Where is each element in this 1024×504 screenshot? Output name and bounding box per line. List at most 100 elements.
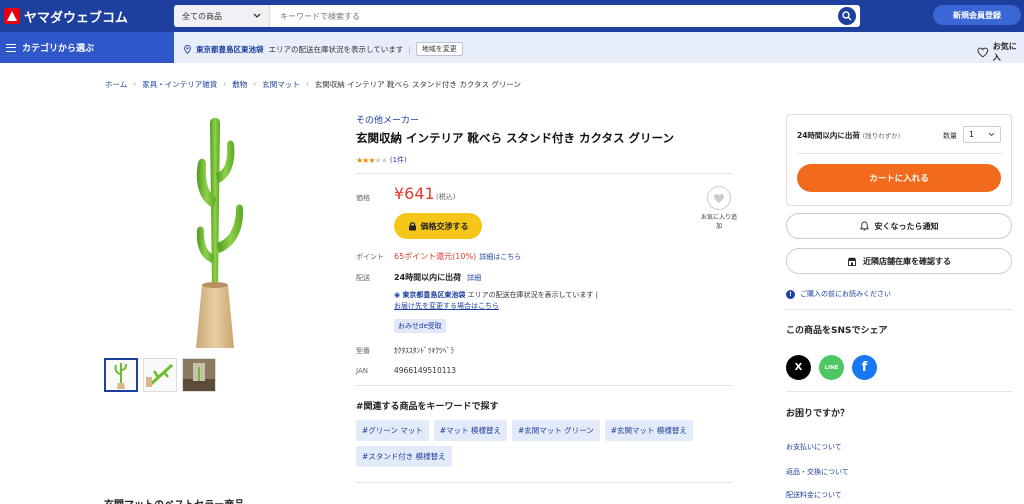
breadcrumb-separator: › [305, 79, 309, 88]
add-to-cart-button[interactable]: カートに入れる [797, 164, 1001, 192]
site-logo[interactable]: ヤマダウェブコム [4, 6, 128, 26]
price-label: 価格 [356, 194, 370, 202]
tax-note: (税込) [436, 193, 456, 201]
purchase-notice-label: ご購入の前にお読みください [800, 290, 891, 298]
category-menu-label: カテゴリから選ぶ [22, 44, 95, 54]
jan-label: JAN [356, 367, 368, 375]
price-drop-notify-button[interactable]: 安くなったら通知 [786, 213, 1012, 239]
register-button[interactable]: 新規会員登録 [933, 5, 1021, 25]
product-title: 玄関収納 インテリア 靴べら スタンド付き カクタス グリーン [356, 131, 674, 145]
breadcrumb-rugs[interactable]: 敷物 [232, 79, 247, 90]
thumbnail-room-image [183, 359, 215, 391]
lock-icon [408, 222, 416, 231]
chevron-down-icon [253, 13, 261, 18]
change-region-button[interactable]: 地域を変更 [415, 42, 463, 56]
chevron-down-icon [988, 132, 995, 137]
product-main-image[interactable] [170, 113, 260, 353]
logo-mark-icon [4, 8, 20, 24]
keyword-tag[interactable]: #スタンド付き 模様替え [356, 446, 452, 467]
model-label: 型番 [356, 347, 370, 355]
divider [797, 153, 1003, 154]
shipping-value: 24時間以内に出荷 [394, 273, 462, 282]
quantity-label: 数量 [943, 132, 957, 140]
quantity-select[interactable]: 1 [963, 126, 1001, 143]
jan-value: 4966149510113 [394, 366, 457, 375]
help-returns-link[interactable]: 返品・交換について [786, 467, 849, 477]
points-label: ポイント [356, 253, 384, 261]
purchase-box: 24時間以内に出荷 (残りわずか) 数量 1 カートに入れる [786, 114, 1012, 206]
logo-text: ヤマダウェブコム [24, 10, 129, 26]
breadcrumb: ホーム › 家具・インテリア雑貨 › 敷物 › 玄関マット › 玄関収納 インテ… [105, 79, 521, 90]
keyword-tag[interactable]: #マット 模様替え [433, 420, 507, 441]
thumbnail-cactus-angle-image [146, 363, 174, 387]
share-buttons: X LINE f [786, 355, 877, 380]
breadcrumb-separator: › [133, 79, 137, 88]
review-count-link[interactable]: (1件) [390, 155, 407, 165]
keyword-tag[interactable]: #グリーン マット [356, 420, 429, 441]
search-bar: 全ての商品 [174, 5, 860, 27]
store-stock-button[interactable]: 近隣店舗在庫を確認する [786, 248, 1012, 274]
shipping-label: 配送 [356, 274, 370, 282]
x-icon: X [794, 362, 803, 373]
x-share-button[interactable]: X [786, 355, 811, 380]
keyword-tag[interactable]: #玄関マット グリーン [511, 420, 600, 441]
stock-text: 24時間以内に出荷 [797, 131, 860, 140]
thumbnail-3[interactable] [182, 358, 216, 392]
hamburger-icon [6, 43, 16, 52]
thumbnail-1[interactable] [104, 358, 138, 392]
divider [356, 385, 732, 386]
location-pin-icon: ◉ [394, 291, 401, 299]
help-shipping-fee-link[interactable]: 配送料金について [786, 490, 842, 500]
points-detail-link[interactable]: 詳細はこちら [479, 253, 521, 261]
keyword-list: #グリーン マット #マット 模様替え #玄関マット グリーン #玄関マット 模… [356, 420, 736, 467]
breadcrumb-entrance-mat[interactable]: 玄関マット [262, 79, 300, 90]
breadcrumb-separator: › [253, 79, 257, 88]
change-delivery-link[interactable]: お届け先を変更する場合はこちら [394, 301, 499, 311]
rating: ★★★★★ (1件) [356, 155, 407, 165]
shipping-detail-link[interactable]: 詳細 [467, 274, 481, 282]
bell-icon [859, 221, 869, 231]
breadcrumb-home[interactable]: ホーム [105, 79, 127, 90]
help-payment-link[interactable]: お支払いについて [786, 442, 842, 452]
keyword-tag[interactable]: #玄関マット 模様替え [604, 420, 693, 441]
add-favorite-button[interactable] [707, 186, 731, 210]
thumbnail-list [104, 358, 216, 392]
store-stock-label: 近隣店舗在庫を確認する [863, 256, 951, 266]
purchase-notice-link[interactable]: ! ご購入の前にお読みください [786, 289, 891, 299]
search-category-value: 全ての商品 [182, 11, 222, 21]
add-favorite-label: お気に入り追加 [700, 214, 737, 230]
ship-location-info: ◉ 東京都豊島区東池袋 エリアの配送在庫状況を表示しています | [394, 290, 598, 300]
divider: | [408, 44, 411, 54]
shipping-info: 24時間以内に出荷 詳細 [394, 272, 481, 283]
info-icon: ! [786, 289, 795, 299]
search-category-select[interactable]: 全ての商品 [174, 5, 270, 27]
model-value: ｶｸﾀｽｽﾀﾝﾄﾞﾂｷｸﾂﾍﾞﾗ [394, 346, 454, 355]
thumbnail-2[interactable] [143, 358, 177, 392]
divider [356, 482, 732, 483]
store-icon [848, 257, 856, 266]
divider: | [595, 291, 598, 299]
favorites-label: お気に入 [992, 42, 1017, 62]
help-title: お困りですか？ [786, 409, 850, 419]
negotiate-price-button[interactable]: 価格交渉する [394, 213, 482, 239]
facebook-icon: f [861, 360, 868, 375]
share-title: この商品をSNSでシェア [786, 326, 888, 336]
heart-icon [977, 47, 989, 57]
breadcrumb-current: 玄関収納 インテリア 靴べら スタンド付き カクタス グリーン [314, 80, 522, 89]
favorites-link[interactable]: お気に入 [977, 41, 1024, 63]
line-share-button[interactable]: LINE [819, 355, 844, 380]
divider [356, 173, 732, 174]
rating-stars: ★★★★★ [356, 155, 388, 165]
search-button[interactable] [838, 7, 856, 25]
store-pickup-badge: おみせde受取 [394, 319, 446, 333]
search-input[interactable] [270, 6, 838, 26]
delivery-area-info: 東京都豊島区東池袋 エリアの配送在庫状況を表示しています | 地域を変更 [184, 42, 463, 56]
category-menu-button[interactable]: カテゴリから選ぶ [0, 32, 174, 63]
breadcrumb-furniture[interactable]: 家具・インテリア雑貨 [142, 79, 217, 90]
facebook-share-button[interactable]: f [852, 355, 877, 380]
keyword-section-title: #関連する商品をキーワードで探す [356, 402, 499, 412]
divider [786, 391, 1012, 392]
price-value: ¥641 [394, 184, 435, 203]
maker-link[interactable]: その他メーカー [356, 113, 419, 126]
ship-location: 東京都豊島区東池袋 [402, 291, 466, 299]
